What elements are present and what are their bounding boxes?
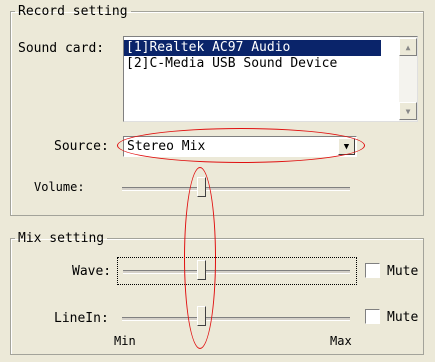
list-scrollbar[interactable]: ▲ ▼ [399, 37, 417, 121]
volume-label: Volume: [34, 180, 85, 194]
linein-mute-checkbox[interactable] [365, 309, 380, 324]
volume-track[interactable] [122, 187, 350, 191]
linein-track[interactable] [122, 317, 350, 321]
slider-annotation-oval [184, 167, 216, 349]
linein-mute-label[interactable]: Mute [387, 310, 418, 325]
mix-setting-legend: Mix setting [18, 231, 105, 246]
wave-mute-label[interactable]: Mute [387, 264, 418, 279]
wave-label: Wave: [72, 264, 112, 279]
source-label: Source: [54, 139, 109, 154]
wave-track[interactable] [123, 270, 350, 274]
mix-setting-group: Mix setting [10, 231, 424, 355]
sound-card-label: Sound card: [18, 41, 105, 56]
list-item[interactable]: [1]Realtek AC97 Audio [124, 40, 381, 56]
scroll-up-button[interactable]: ▲ [399, 38, 417, 56]
max-label: Max [330, 334, 352, 348]
scroll-down-button[interactable]: ▼ [399, 102, 417, 120]
linein-label: LineIn: [54, 311, 109, 326]
sound-card-list[interactable]: [1]Realtek AC97 Audio [2]C-Media USB Sou… [123, 36, 418, 122]
min-label: Min [114, 334, 136, 348]
record-setting-legend: Record setting [18, 4, 128, 19]
source-annotation-oval [117, 128, 365, 163]
list-item[interactable]: [2]C-Media USB Sound Device [124, 56, 417, 72]
wave-mute-checkbox[interactable] [365, 263, 380, 278]
